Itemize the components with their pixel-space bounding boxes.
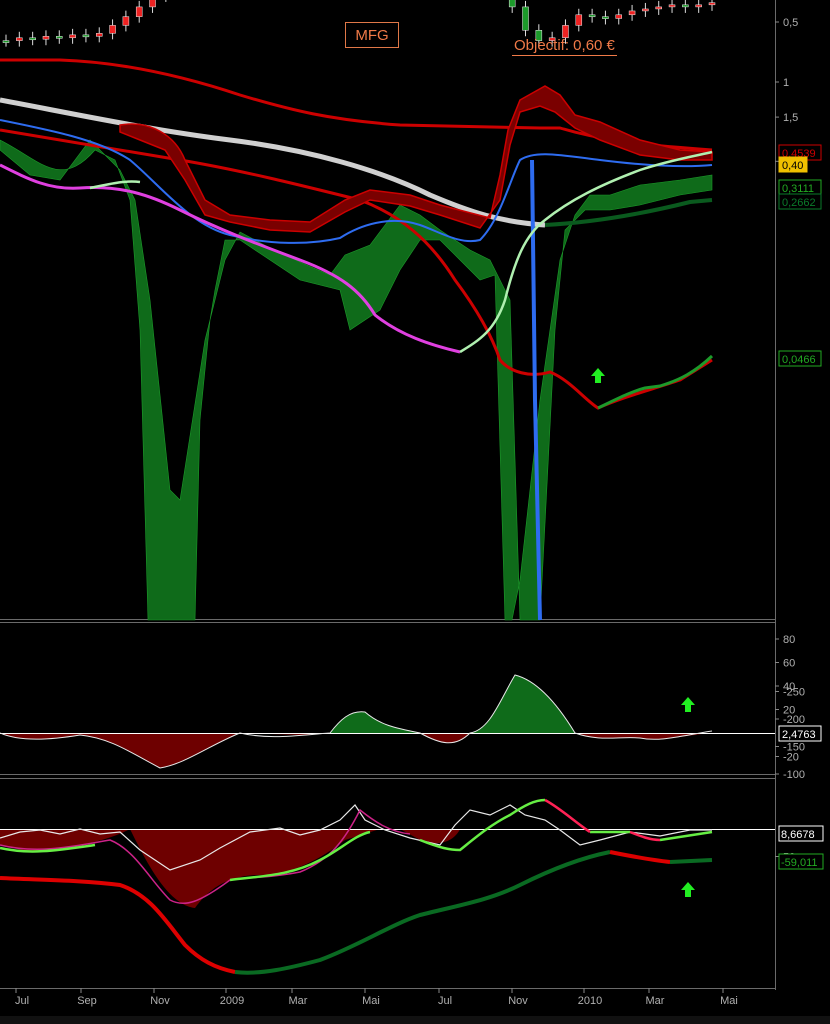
price-value-label: 0,2662: [782, 197, 816, 209]
candle-body: [642, 8, 649, 12]
price-value-label: 0,3111: [782, 183, 814, 195]
osc2-tick-label: -250: [783, 687, 805, 699]
candle-body: [29, 37, 36, 41]
candle-body: [109, 25, 116, 34]
candle-body: [42, 36, 50, 40]
candle-body: [16, 37, 23, 41]
up-arrow-icon: [681, 697, 695, 712]
osc1-tick-label: 80: [783, 634, 795, 646]
x-tick-label: Mar: [289, 995, 308, 1007]
candle-body: [708, 2, 716, 6]
value-labels: 0,45390,400,31110,26620,0466: [778, 144, 822, 367]
oscillator-2-axis: 50-100-150-200-2508,6678-59,011: [775, 687, 824, 870]
red-ribbon: [119, 85, 713, 233]
osc2-tick-label: -150: [783, 742, 805, 754]
stock-chart: 2,51,510,5 80604020-202,4763 50-100-150-…: [0, 0, 824, 1007]
candle-body: [69, 34, 76, 39]
x-tick-label: Jul: [438, 995, 452, 1007]
candle-body: [655, 6, 662, 10]
candle-body: [668, 4, 676, 8]
candle-body: [122, 16, 130, 26]
candle-body: [95, 33, 103, 37]
osc2-tick-label: -100: [783, 769, 805, 781]
osc2-tick-label: -200: [783, 714, 805, 726]
osc2-slow-green-2: [669, 858, 713, 864]
candle-body: [562, 25, 569, 39]
osc2-value-label: 8,6678: [781, 829, 815, 841]
chart-title: MFG: [345, 22, 399, 48]
green-trend: [597, 354, 714, 410]
up-arrow-icon: [681, 882, 695, 897]
osc1-value-label: 2,4763: [782, 729, 816, 741]
oscillator-2-panel: [0, 798, 775, 975]
candle-body: [135, 6, 143, 17]
candle-body: [602, 16, 609, 19]
x-tick-label: Mai: [362, 995, 380, 1007]
candle-body: [149, 0, 156, 8]
x-tick-label: Mai: [720, 995, 738, 1007]
x-axis: Jul Sep Nov 2009 Mar Mai Jul Nov 2010 Mar Mai: [15, 988, 738, 1007]
x-tick-label: Sep: [77, 995, 97, 1007]
target-annotation: Objectif: 0,60 €: [512, 37, 617, 56]
x-tick-label: 2009: [220, 995, 244, 1007]
x-tick-label: 2010: [578, 995, 602, 1007]
up-arrow-icon: [591, 368, 605, 383]
candle-body: [628, 10, 636, 16]
candle-body: [588, 14, 596, 18]
x-tick-label: Nov: [150, 995, 170, 1007]
candle-body: [695, 4, 702, 8]
x-tick-label: Mar: [646, 995, 665, 1007]
candle-body: [508, 0, 516, 8]
osc2-value-label: -59,011: [781, 857, 818, 869]
candle-body: [56, 36, 63, 39]
candle-body: [522, 6, 529, 31]
candle-body: [682, 4, 689, 8]
price-tick-label: 0,5: [783, 17, 798, 29]
osc1-red-fill-2: [420, 733, 470, 743]
price-tick-label: 1: [783, 77, 789, 89]
x-tick-label: Jul: [15, 995, 29, 1007]
candle-body: [2, 40, 10, 43]
oscillator-1-panel: [0, 674, 775, 769]
status-strip: [0, 1016, 830, 1024]
osc1-tick-label: 60: [783, 658, 795, 670]
candle-body: [575, 14, 583, 26]
price-panel: [0, 0, 716, 621]
price-value-label: 0,0466: [782, 354, 816, 366]
green-envelope-fill: [0, 139, 713, 621]
candle-body: [615, 14, 623, 19]
candle-body: [82, 34, 90, 38]
x-tick-label: Nov: [508, 995, 528, 1007]
osc2-slow-red-2: [609, 850, 671, 864]
price-value-label: 0,40: [782, 160, 803, 172]
price-tick-label: 1,5: [783, 112, 798, 124]
